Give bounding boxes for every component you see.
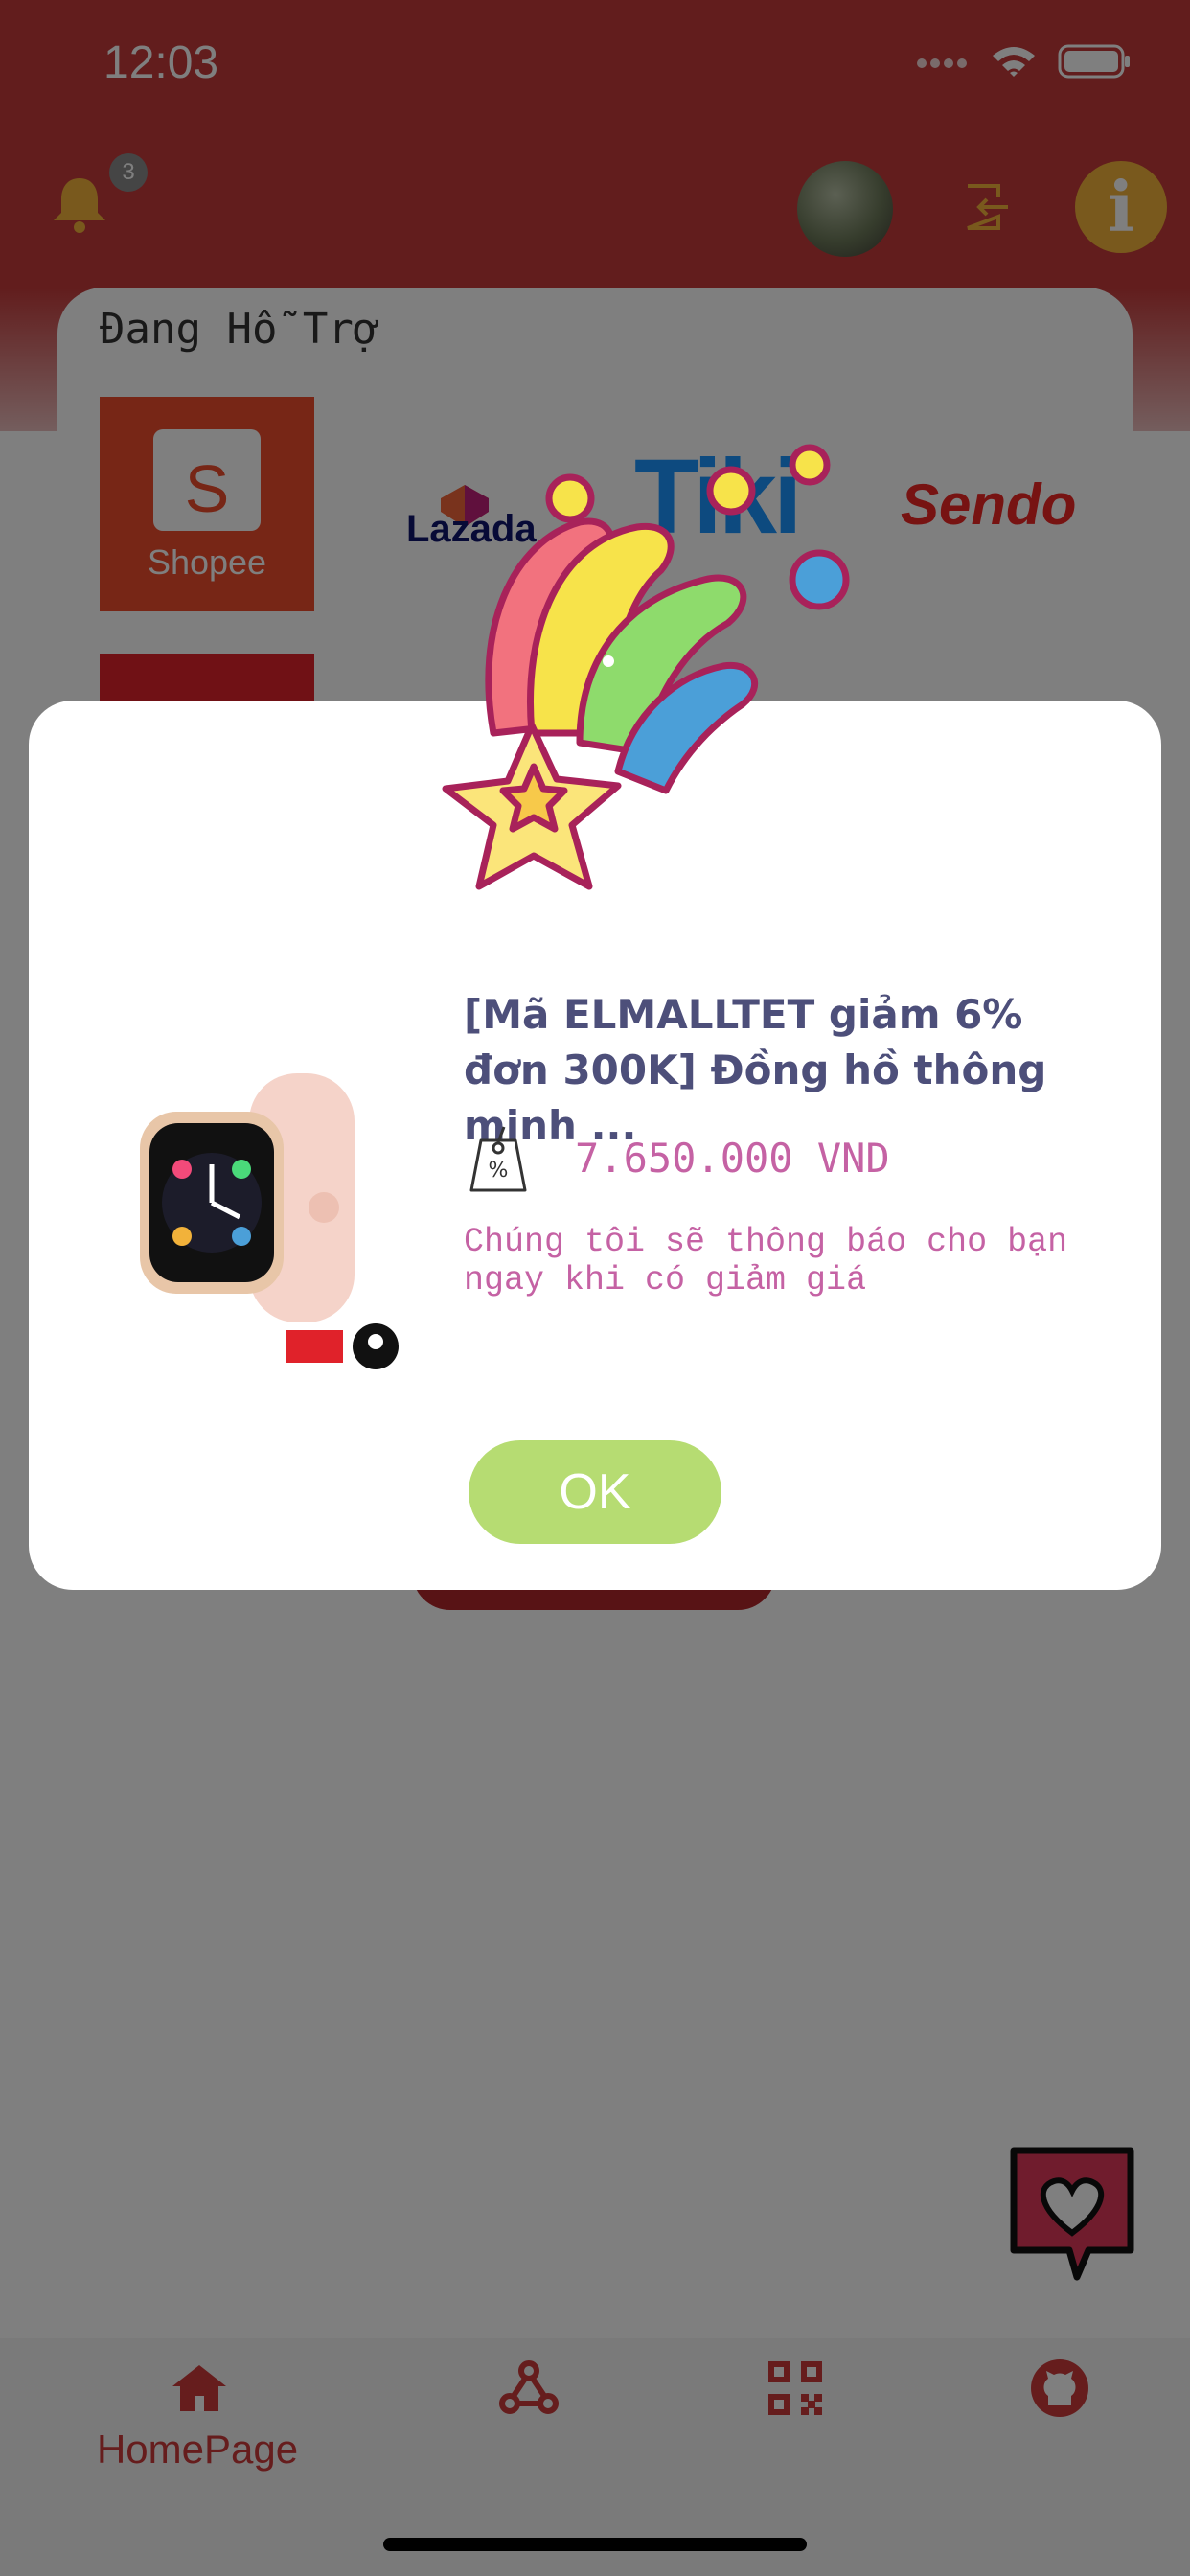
product-image — [140, 1073, 399, 1369]
ok-button[interactable]: OK — [469, 1440, 721, 1544]
shooting-star-rainbow-icon — [442, 444, 850, 890]
price-value: 7.650.000 VND — [575, 1135, 890, 1182]
price-tag-icon: % — [469, 1126, 527, 1192]
product-title: [Mã ELMALLTET giảm 6% đơn 300K] Đồng hồ … — [464, 991, 1047, 1149]
svg-text:%: % — [489, 1159, 509, 1183]
notice-message: Chúng tôi sẽ thông báo cho bạn ngay khi … — [464, 1223, 1068, 1300]
